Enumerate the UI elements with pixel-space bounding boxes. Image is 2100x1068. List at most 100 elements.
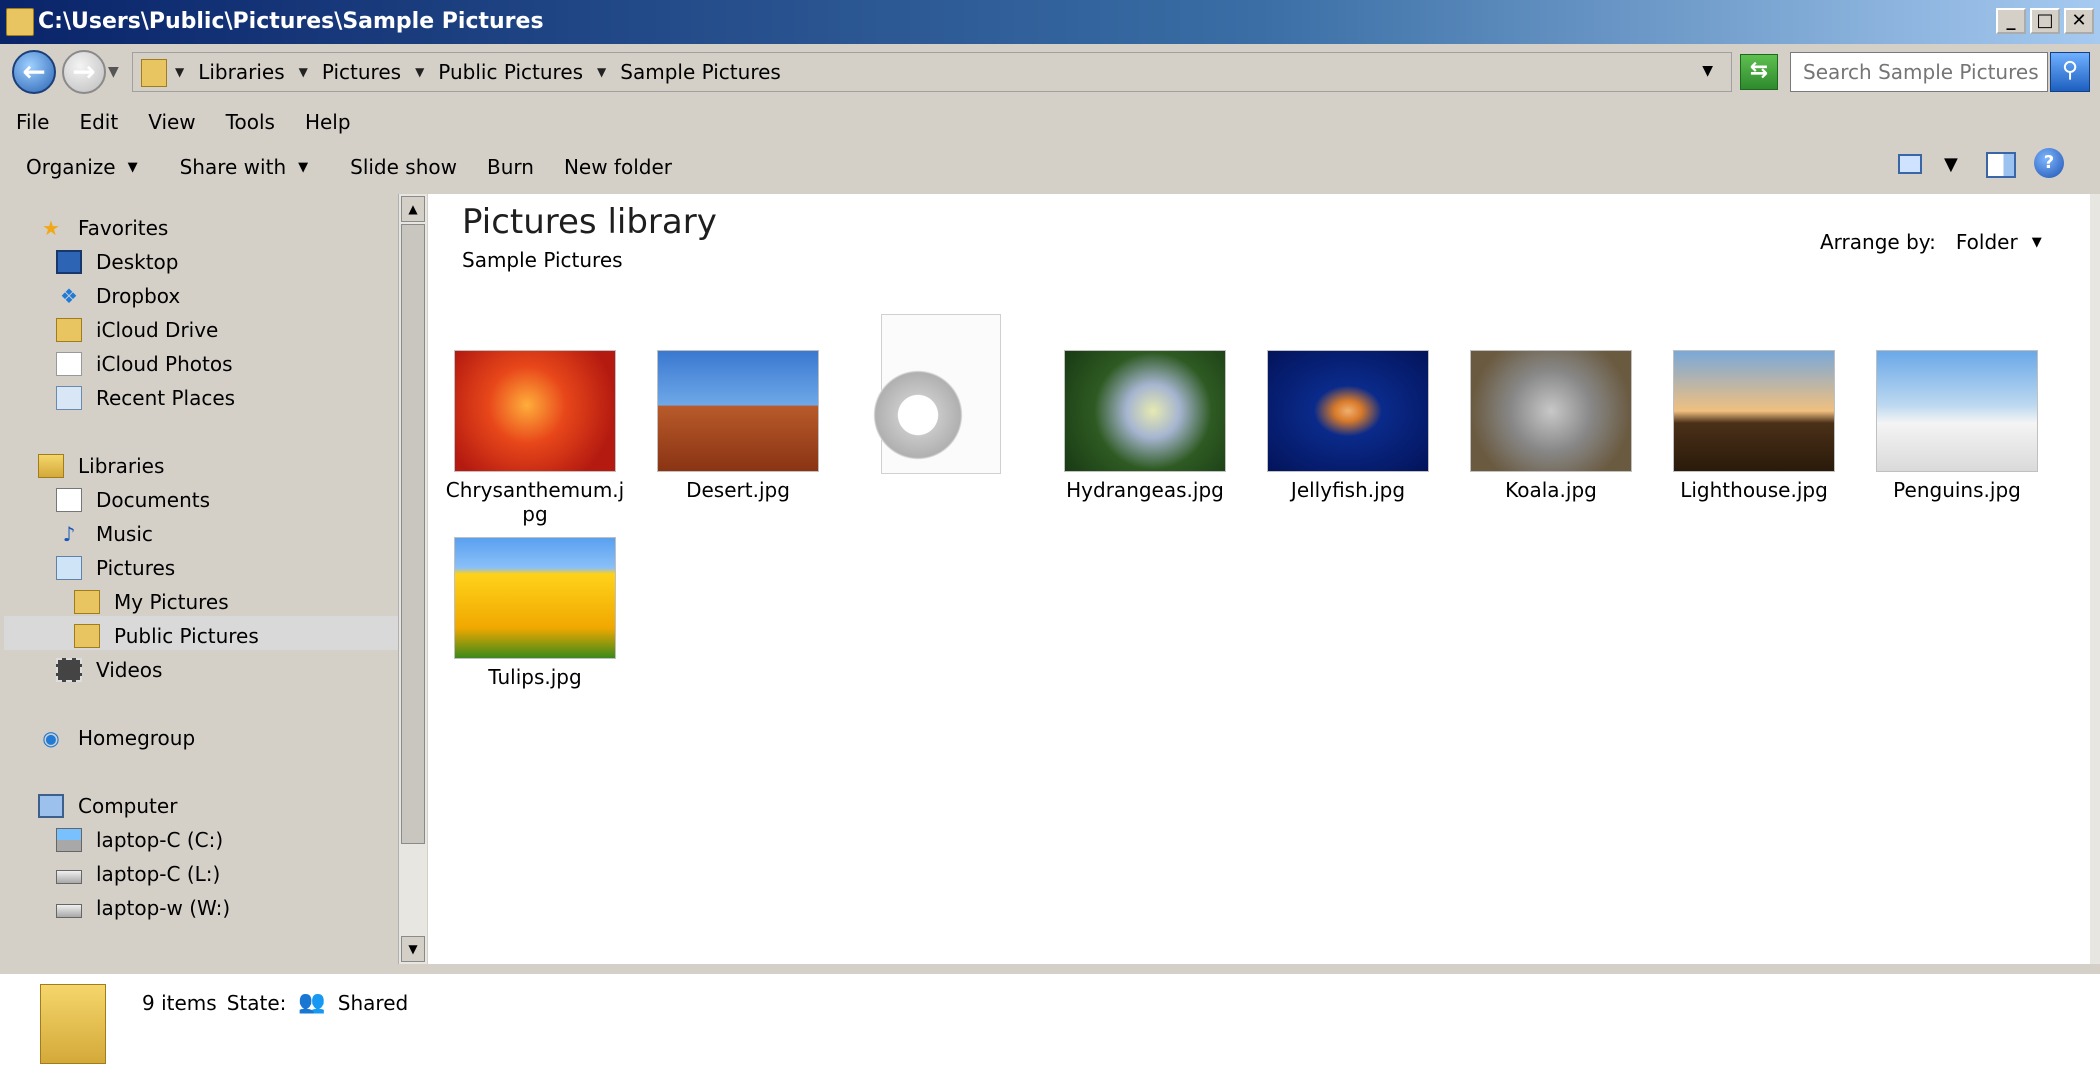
library-title: Pictures library	[462, 202, 717, 242]
close-button[interactable]: ✕	[2064, 8, 2094, 34]
image-thumbnail	[1267, 350, 1429, 472]
menu-tools[interactable]: Tools	[226, 110, 275, 134]
image-thumbnail	[1673, 350, 1835, 472]
menu-edit[interactable]: Edit	[79, 110, 118, 134]
search-button[interactable]: ⚲	[2050, 52, 2090, 92]
nav-desktop[interactable]: Desktop	[56, 246, 178, 278]
nav-label: Pictures	[96, 556, 176, 580]
file-name: Lighthouse.jpg	[1680, 478, 1828, 502]
file-item[interactable]: Chrysanthemum.jpg	[440, 350, 630, 526]
details-pane: 9 items State: 👥 Shared	[0, 968, 2100, 1068]
breadcrumb[interactable]: ▼ Libraries ▼ Pictures ▼ Public Pictures…	[132, 52, 1732, 92]
nav-label: Public Pictures	[114, 624, 259, 648]
recent-pages-dropdown[interactable]: ▼	[108, 64, 119, 80]
organize-button[interactable]: Organize ▼	[26, 155, 138, 179]
nav-drive-w[interactable]: laptop-w (W:)	[56, 892, 230, 924]
settings-file-icon	[868, 314, 1001, 474]
nav-libraries[interactable]: Libraries	[38, 450, 164, 482]
nav-favorites[interactable]: ★ Favorites	[38, 212, 168, 244]
image-thumbnail	[657, 350, 819, 472]
image-thumbnail	[1470, 350, 1632, 472]
nav-label: Favorites	[78, 216, 169, 240]
chevron-down-icon[interactable]: ▼	[415, 65, 424, 79]
nav-drive-l[interactable]: laptop-C (L:)	[56, 858, 220, 890]
arrange-by-value[interactable]: Folder	[1956, 230, 2018, 254]
slide-show-button[interactable]: Slide show	[350, 155, 457, 179]
file-item[interactable]: Hydrangeas.jpg	[1050, 350, 1240, 502]
scroll-thumb[interactable]	[401, 224, 425, 844]
share-with-button[interactable]: Share with ▼	[180, 155, 309, 179]
file-item[interactable]: Jellyfish.jpg	[1253, 350, 1443, 502]
file-name: Chrysanthemum.jpg	[445, 478, 625, 526]
nav-computer[interactable]: Computer	[38, 790, 177, 822]
content-scrollbar[interactable]	[2090, 194, 2100, 964]
nav-icloud-photos[interactable]: iCloud Photos	[56, 348, 233, 380]
nav-pictures[interactable]: Pictures	[56, 552, 175, 584]
file-name: Desert.jpg	[686, 478, 790, 502]
status-text: 9 items State: 👥 Shared	[142, 990, 408, 1015]
file-item[interactable]: Penguins.jpg	[1862, 350, 2052, 502]
chevron-down-icon[interactable]: ▼	[175, 65, 184, 79]
search-input[interactable]	[1790, 52, 2048, 92]
nav-label: Desktop	[96, 250, 179, 274]
pictures-icon	[56, 556, 82, 580]
preview-pane-icon[interactable]	[1986, 152, 2016, 178]
crumb-sample-pictures[interactable]: Sample Pictures	[620, 60, 781, 84]
videos-icon	[56, 658, 82, 682]
nav-public-pictures[interactable]: Public Pictures	[74, 620, 259, 652]
nav-music[interactable]: ♪ Music	[56, 518, 153, 550]
address-history-dropdown[interactable]: ▼	[1702, 63, 1713, 79]
folder-icon	[40, 984, 106, 1064]
scroll-down-arrow[interactable]: ▼	[401, 936, 425, 962]
command-bar: Organize ▼ Share with ▼ Slide show Burn …	[0, 144, 2100, 190]
file-item[interactable]: Lighthouse.jpg	[1659, 350, 1849, 502]
nav-drive-c[interactable]: laptop-C (C:)	[56, 824, 223, 856]
crumb-pictures[interactable]: Pictures	[322, 60, 401, 84]
menu-file[interactable]: File	[16, 110, 49, 134]
burn-button[interactable]: Burn	[487, 155, 534, 179]
address-bar: ← → ▼ ▼ Libraries ▼ Pictures ▼ Public Pi…	[0, 44, 2100, 100]
file-item[interactable]: Desert.jpg	[643, 350, 833, 502]
gear-icon	[868, 365, 968, 465]
file-item[interactable]: Tulips.jpg	[440, 537, 630, 689]
chevron-down-icon[interactable]: ▼	[2032, 235, 2042, 250]
file-item[interactable]: Koala.jpg	[1456, 350, 1646, 502]
page-icon	[56, 352, 82, 376]
folder-icon	[74, 624, 100, 648]
nav-dropbox[interactable]: ❖ Dropbox	[56, 280, 180, 312]
nav-icloud-drive[interactable]: iCloud Drive	[56, 314, 218, 346]
new-folder-button[interactable]: New folder	[564, 155, 672, 179]
file-name: Koala.jpg	[1505, 478, 1597, 502]
refresh-button[interactable]: ⇆	[1740, 54, 1778, 90]
computer-icon	[38, 794, 64, 818]
crumb-libraries[interactable]: Libraries	[198, 60, 284, 84]
shared-users-icon: 👥	[298, 990, 326, 1015]
minimize-button[interactable]: _	[1996, 8, 2026, 34]
forward-button[interactable]: →	[62, 50, 106, 94]
scroll-up-arrow[interactable]: ▲	[401, 196, 425, 222]
nav-documents[interactable]: Documents	[56, 484, 210, 516]
file-item[interactable]: desktop.ini	[846, 314, 1036, 474]
item-count: 9 items	[142, 990, 217, 1015]
menu-view[interactable]: View	[148, 110, 195, 134]
nav-label: Videos	[96, 658, 163, 682]
view-options-dropdown[interactable]: ▼	[1944, 150, 1958, 180]
folder-icon	[74, 590, 100, 614]
explorer-window: C:\Users\Public\Pictures\Sample Pictures…	[0, 0, 2100, 1068]
chevron-down-icon[interactable]: ▼	[299, 65, 308, 79]
homegroup-icon: ◉	[42, 726, 60, 750]
nav-homegroup[interactable]: ◉ Homegroup	[38, 722, 195, 754]
chevron-down-icon[interactable]: ▼	[597, 65, 606, 79]
maximize-button[interactable]: □	[2030, 8, 2060, 34]
menu-help[interactable]: Help	[305, 110, 351, 134]
nav-label: iCloud Drive	[96, 318, 219, 342]
back-button[interactable]: ←	[12, 50, 56, 94]
change-view-icon[interactable]	[1898, 154, 1922, 174]
documents-icon	[56, 488, 82, 512]
nav-my-pictures[interactable]: My Pictures	[74, 586, 229, 618]
nav-videos[interactable]: Videos	[56, 654, 162, 686]
nav-scrollbar[interactable]: ▲ ▼	[398, 194, 427, 964]
crumb-public-pictures[interactable]: Public Pictures	[438, 60, 583, 84]
nav-recent-places[interactable]: Recent Places	[56, 382, 235, 414]
help-icon[interactable]: ?	[2034, 148, 2064, 178]
